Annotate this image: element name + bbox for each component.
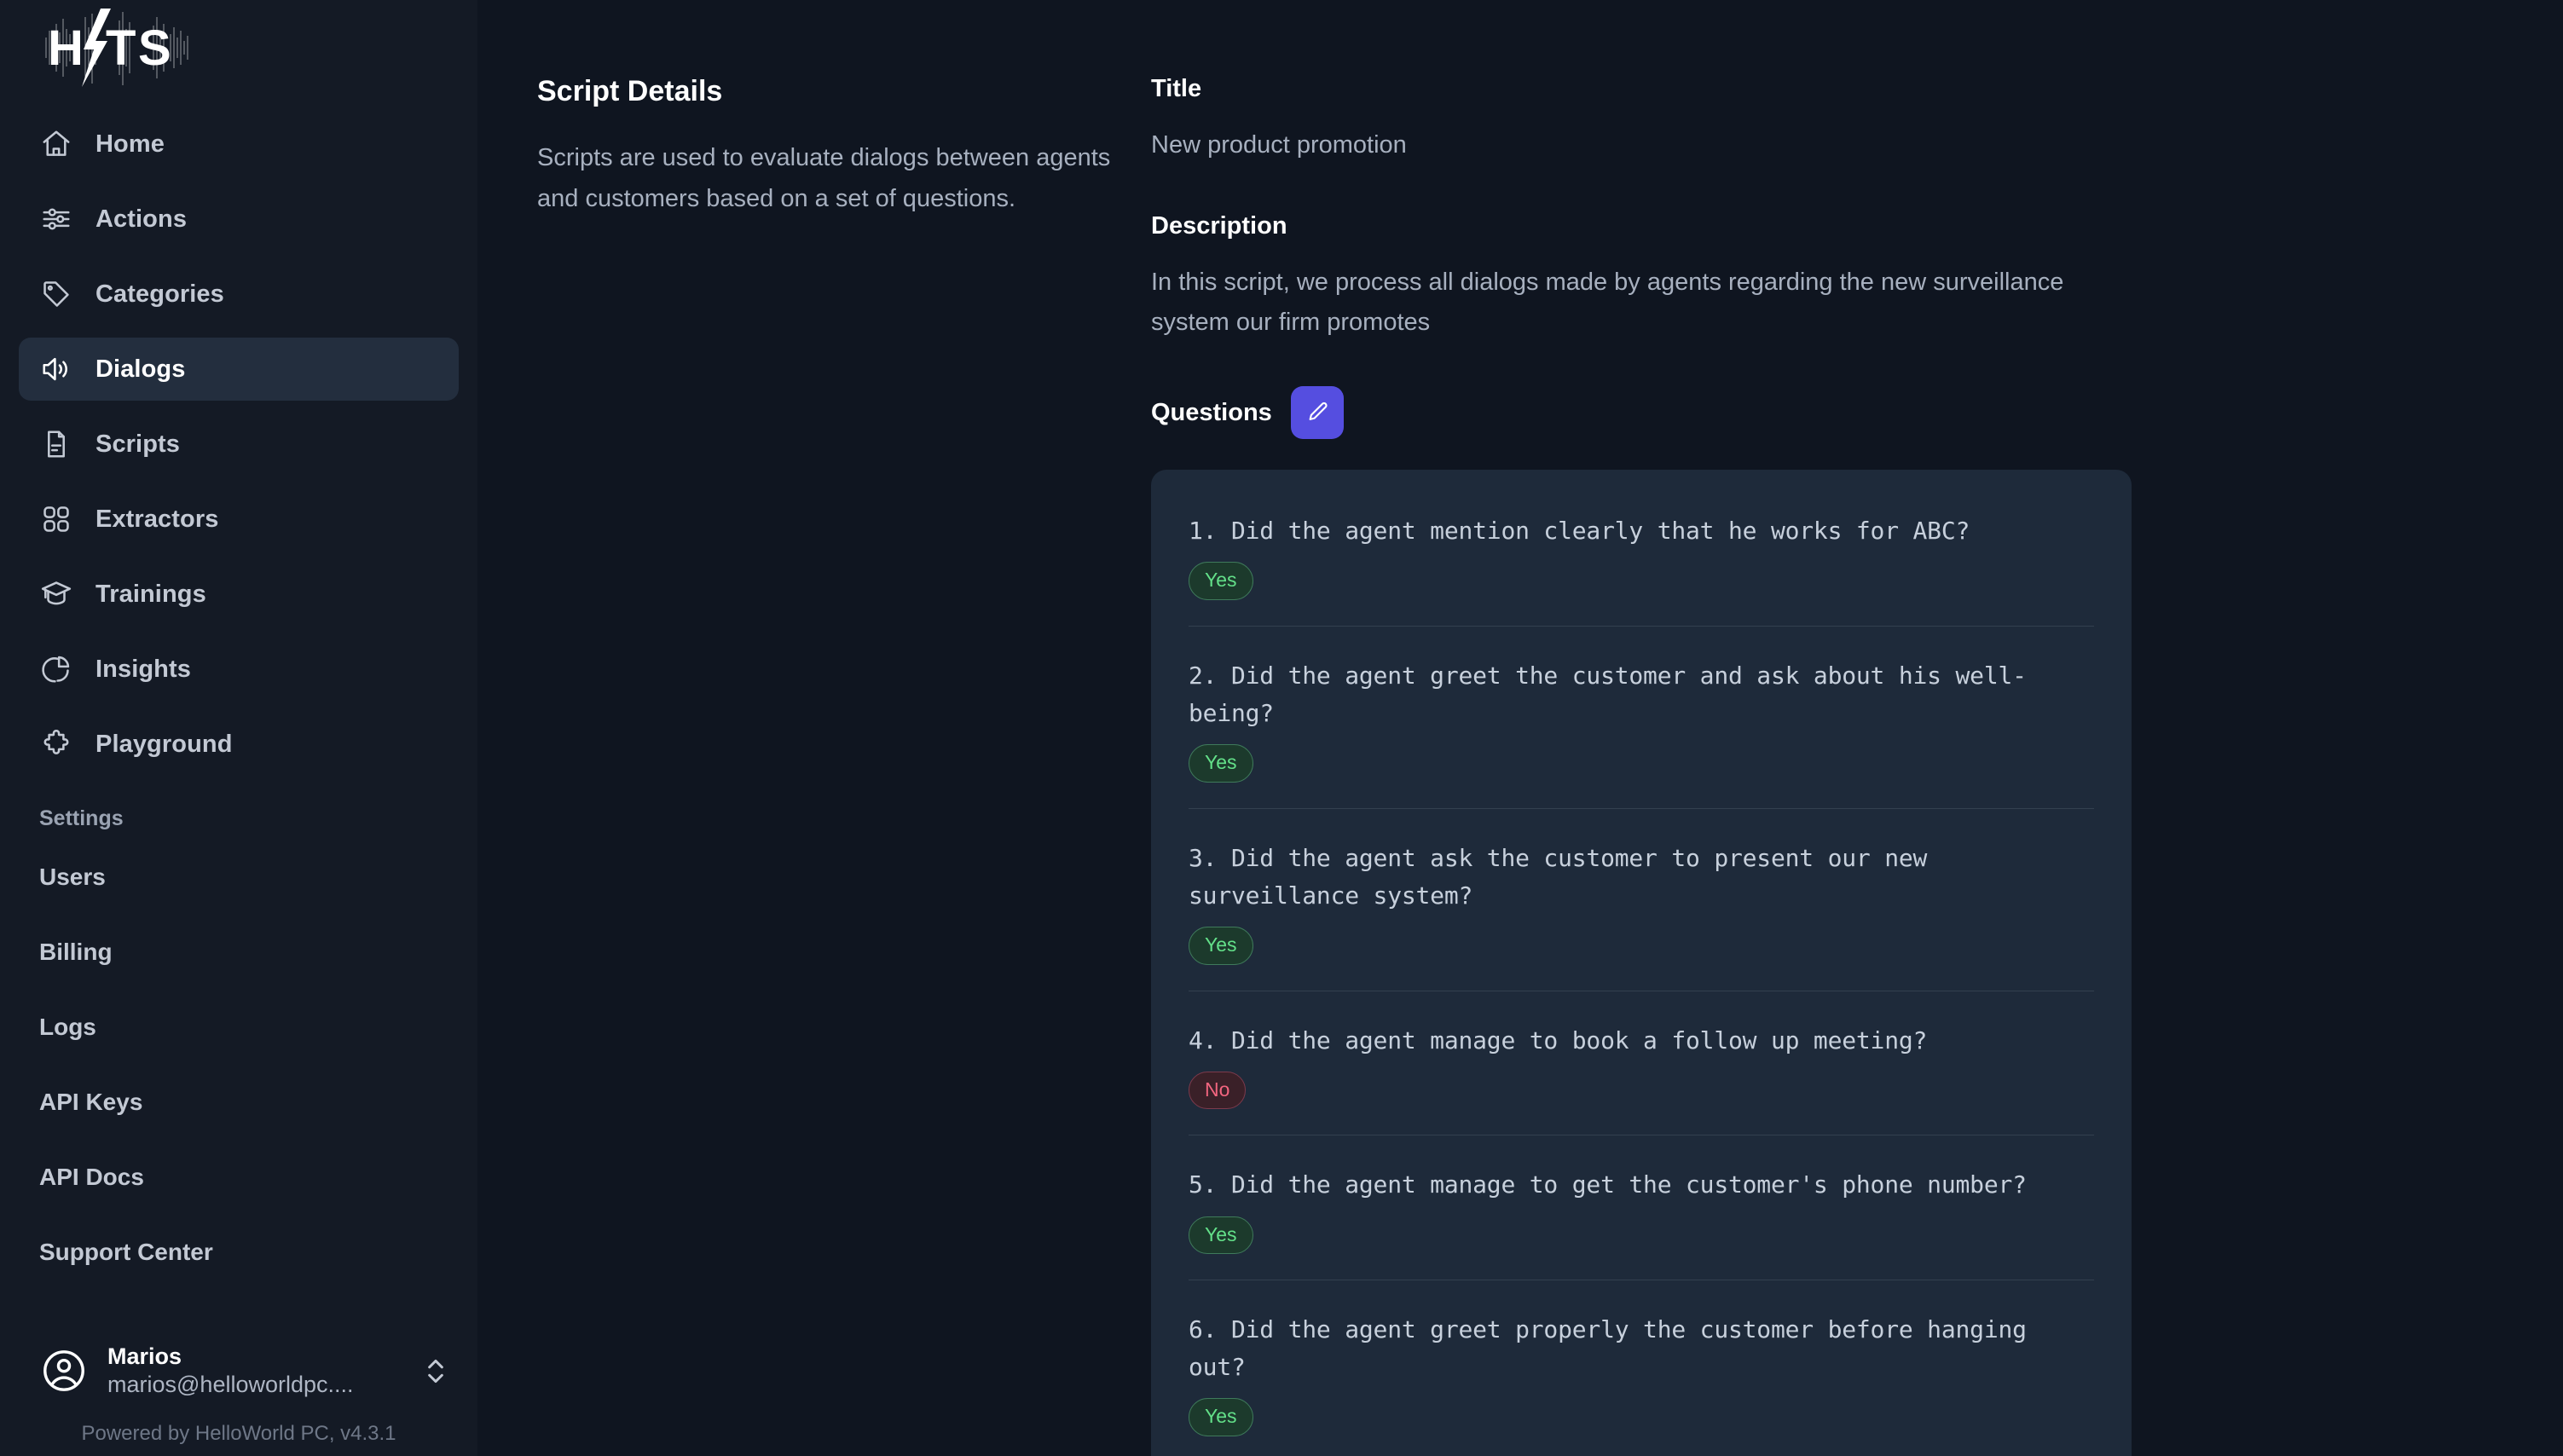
user-email: marios@helloworldpc.... (107, 1372, 354, 1397)
sidebar-item-api-keys[interactable]: API Keys (0, 1065, 477, 1140)
status-badge: Yes (1189, 1398, 1253, 1436)
answer-row: Yes (1189, 1386, 2094, 1456)
question-text: 6. Did the agent greet properly the cust… (1189, 1311, 2094, 1386)
answer-row: No (1189, 1060, 2094, 1135)
svg-text:H: H (48, 20, 84, 76)
chevron-up-down-icon[interactable] (425, 1353, 447, 1389)
sidebar-item-billing[interactable]: Billing (0, 915, 477, 990)
question-item[interactable]: 3. Did the agent ask the customer to pre… (1189, 809, 2094, 991)
questions-card: 1. Did the agent mention clearly that he… (1151, 470, 2132, 1456)
sidebar-item-insights[interactable]: Insights (19, 638, 459, 701)
questions-label: Questions (1151, 399, 1272, 427)
status-badge: No (1189, 1072, 1246, 1109)
question-item[interactable]: 5. Did the agent manage to get the custo… (1189, 1135, 2094, 1280)
user-profile-switcher[interactable]: Marios marios@helloworldpc.... (0, 1343, 477, 1401)
sidebar-item-playground[interactable]: Playground (19, 713, 459, 776)
description-label: Description (1151, 212, 2495, 240)
sidebar-item-label: Categories (95, 280, 224, 309)
app-root: H T S Home Actions (0, 0, 2563, 1456)
description-field: Description In this script, we process a… (1151, 212, 2495, 342)
details-intro-column: Script Details Scripts are used to evalu… (477, 75, 1151, 1456)
question-text: 4. Did the agent manage to book a follow… (1189, 1022, 2094, 1060)
sidebar-item-label: Insights (95, 656, 191, 684)
question-text: 2. Did the agent greet the customer and … (1189, 657, 2094, 732)
svg-text:T: T (106, 20, 136, 76)
title-label: Title (1151, 75, 2495, 103)
sidebar-item-label: Dialogs (95, 355, 185, 384)
question-text: 3. Did the agent ask the customer to pre… (1189, 840, 2094, 915)
status-badge: Yes (1189, 562, 1253, 599)
title-value: New product promotion (1151, 125, 2106, 165)
sidebar-item-extractors[interactable]: Extractors (19, 488, 459, 551)
main-content: Script Details Scripts are used to evalu… (477, 0, 2563, 1456)
description-value: In this script, we process all dialogs m… (1151, 263, 2106, 342)
answer-row: Yes (1189, 1205, 2094, 1280)
sidebar-item-dialogs[interactable]: Dialogs (19, 338, 459, 401)
home-icon (39, 127, 73, 161)
sidebar-item-label: Home (95, 130, 165, 159)
sidebar-item-support-center[interactable]: Support Center (0, 1215, 477, 1290)
user-info: Marios marios@helloworldpc.... (107, 1343, 406, 1401)
grid-icon (39, 502, 73, 536)
sidebar-item-actions[interactable]: Actions (19, 188, 459, 251)
pie-chart-icon (39, 652, 73, 686)
question-item[interactable]: 2. Did the agent greet the customer and … (1189, 627, 2094, 809)
status-badge: Yes (1189, 744, 1253, 782)
puzzle-icon (39, 727, 73, 761)
sidebar-item-label: Scripts (95, 430, 180, 459)
sidebar-nav: Home Actions Categories Dialogs (0, 113, 477, 776)
questions-header: Questions (1151, 386, 2495, 439)
answer-row: Yes (1189, 915, 2094, 990)
answer-row: Yes (1189, 550, 2094, 625)
spacer (1151, 165, 2495, 212)
page-subtitle: Scripts are used to evaluate dialogs bet… (537, 137, 1117, 219)
sidebar: H T S Home Actions (0, 0, 477, 1456)
tag-icon (39, 277, 73, 311)
sidebar-item-api-docs[interactable]: API Docs (0, 1140, 477, 1215)
question-item[interactable]: 4. Did the agent manage to book a follow… (1189, 991, 2094, 1136)
sidebar-item-label: Actions (95, 205, 187, 234)
document-icon (39, 427, 73, 461)
settings-list: Users Billing Logs API Keys API Docs Sup… (0, 840, 477, 1290)
pencil-icon (1305, 400, 1330, 425)
sidebar-item-trainings[interactable]: Trainings (19, 563, 459, 626)
sidebar-item-label: Playground (95, 731, 233, 759)
sidebar-item-label: Trainings (95, 581, 206, 609)
speaker-icon (39, 352, 73, 386)
sidebar-item-scripts[interactable]: Scripts (19, 413, 459, 476)
sliders-icon (39, 202, 73, 236)
question-item[interactable]: 6. Did the agent greet properly the cust… (1189, 1280, 2094, 1456)
sidebar-item-users[interactable]: Users (0, 840, 477, 915)
details-fields-column: Title New product promotion Description … (1151, 75, 2563, 1456)
sidebar-item-logs[interactable]: Logs (0, 990, 477, 1065)
answer-row: Yes (1189, 732, 2094, 807)
graduation-icon (39, 577, 73, 611)
hits-logo-mark: H T S (34, 9, 205, 87)
sidebar-item-label: Extractors (95, 506, 218, 534)
title-field: Title New product promotion (1151, 75, 2495, 165)
page-title: Script Details (537, 75, 1117, 108)
logo[interactable]: H T S (0, 0, 477, 95)
question-item[interactable]: 1. Did the agent mention clearly that he… (1189, 482, 2094, 627)
edit-questions-button[interactable] (1291, 386, 1344, 439)
spacer (1151, 342, 2495, 386)
question-text: 1. Did the agent mention clearly that he… (1189, 512, 2094, 550)
powered-by-footer: Powered by HelloWorld PC, v4.3.1 (0, 1422, 477, 1446)
settings-section-label: Settings (0, 806, 477, 831)
sidebar-item-home[interactable]: Home (19, 113, 459, 176)
status-badge: Yes (1189, 1216, 1253, 1254)
sidebar-item-categories[interactable]: Categories (19, 263, 459, 326)
user-name: Marios (107, 1343, 182, 1369)
question-text: 5. Did the agent manage to get the custo… (1189, 1166, 2094, 1204)
status-badge: Yes (1189, 927, 1253, 964)
user-circle-icon (39, 1346, 89, 1395)
svg-text:S: S (138, 20, 171, 76)
